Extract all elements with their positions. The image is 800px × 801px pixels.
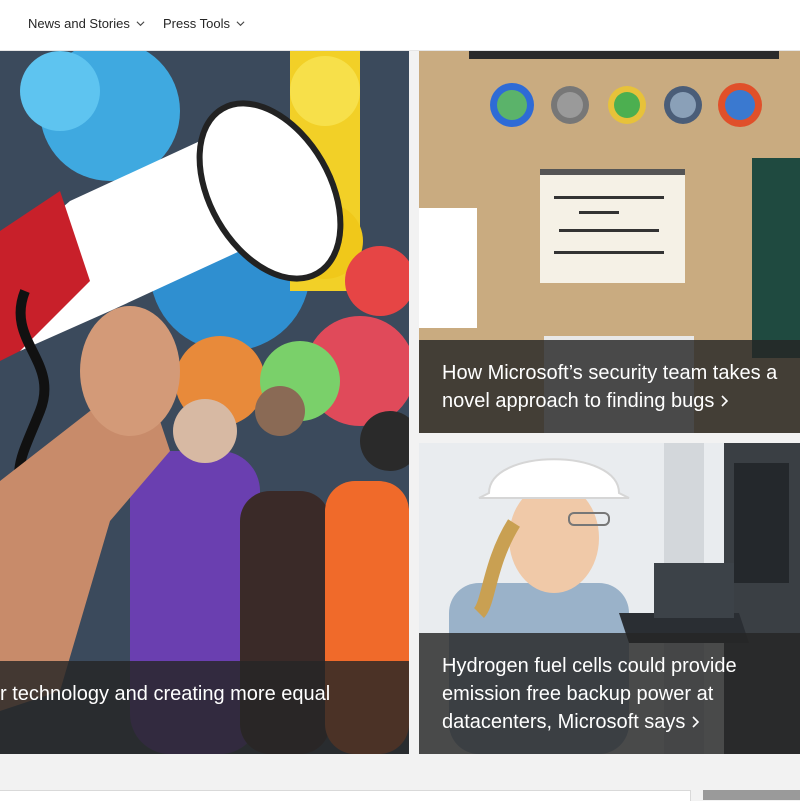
story-title: r technology and creating more equal — [0, 683, 331, 705]
story-card-security[interactable]: How Microsoft’s security team takes a no… — [419, 51, 800, 433]
megaphone-crowd-photo — [0, 51, 409, 754]
story-caption: r technology and creating more equal — [0, 661, 409, 754]
nav-item-label: News and Stories — [28, 16, 130, 31]
chevron-down-icon — [136, 21, 145, 27]
nav-item-press-tools[interactable]: Press Tools — [163, 16, 245, 31]
nav-item-news-and-stories[interactable]: News and Stories — [28, 16, 145, 31]
chevron-right-icon — [691, 709, 700, 737]
story-caption: Hydrogen fuel cells could provide emissi… — [419, 633, 800, 754]
nav-item-label: Press Tools — [163, 16, 230, 31]
chevron-down-icon — [236, 21, 245, 27]
content-panel — [0, 790, 691, 801]
story-card-hydrogen[interactable]: Hydrogen fuel cells could provide emissi… — [419, 443, 800, 754]
story-caption: How Microsoft’s security team takes a no… — [419, 340, 800, 433]
top-navigation: News and Stories Press Tools — [0, 0, 800, 51]
side-panel — [703, 790, 800, 800]
chevron-right-icon — [720, 388, 729, 416]
story-card-hero[interactable]: r technology and creating more equal — [0, 51, 409, 754]
